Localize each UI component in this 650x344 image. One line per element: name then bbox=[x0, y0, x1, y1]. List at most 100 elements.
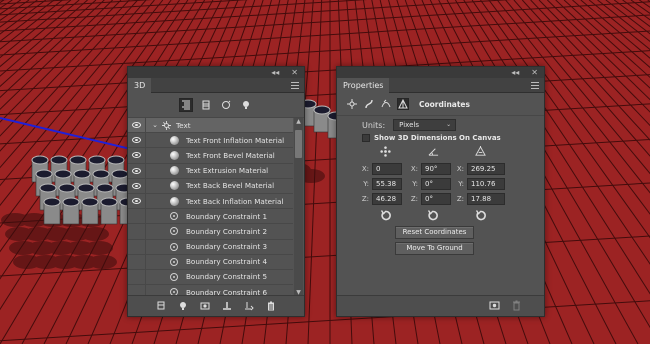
layer-row[interactable]: Text Front Inflation Material bbox=[128, 133, 293, 149]
rotation-z-input[interactable]: 0° bbox=[421, 193, 451, 205]
scale-x-field: X: 269.25 bbox=[456, 163, 505, 175]
tab-properties[interactable]: Properties bbox=[337, 78, 390, 93]
units-label: Units: bbox=[362, 120, 386, 130]
add-light-icon[interactable] bbox=[177, 300, 190, 313]
ground-icon[interactable] bbox=[221, 300, 234, 313]
close-panel-button[interactable]: ✕ bbox=[531, 67, 538, 78]
visibility-toggle[interactable] bbox=[128, 118, 146, 133]
layer-row[interactable]: Text Extrusion Material bbox=[128, 163, 293, 179]
eye-icon[interactable] bbox=[132, 182, 141, 189]
axis-label: X: bbox=[410, 165, 418, 173]
viewport-canvas[interactable] bbox=[0, 0, 650, 344]
position-z-input[interactable]: 46.28 bbox=[372, 193, 402, 205]
add-constraint-icon[interactable] bbox=[199, 300, 212, 313]
render-icon[interactable] bbox=[155, 300, 168, 313]
deform-icon[interactable] bbox=[363, 98, 375, 110]
scale-z-input[interactable]: 17.88 bbox=[467, 193, 505, 205]
visibility-toggle[interactable] bbox=[128, 224, 146, 239]
show-dimensions-checkbox[interactable] bbox=[362, 134, 370, 142]
layer-row[interactable]: Boundary Constraint 3 bbox=[128, 239, 293, 255]
position-y-input[interactable]: 55.38 bbox=[372, 178, 402, 190]
panel-menu-icon[interactable] bbox=[531, 82, 539, 89]
layer-row[interactable]: Boundary Constraint 5 bbox=[128, 269, 293, 286]
panel-strip: ◂◂ ✕ bbox=[337, 67, 544, 78]
position-z-field: Z: 46.28 bbox=[361, 193, 402, 205]
3d-panel: ◂◂ ✕ 3D ⌄ Text Text Front Inflation Mate… bbox=[127, 66, 305, 317]
material-sphere-icon bbox=[168, 135, 180, 145]
material-sphere-icon bbox=[168, 196, 180, 206]
render-settings-icon[interactable] bbox=[489, 300, 501, 312]
split-extrusion-icon[interactable] bbox=[243, 300, 256, 313]
properties-header: Coordinates bbox=[337, 93, 544, 116]
trash-icon[interactable] bbox=[265, 300, 278, 313]
rotation-y-input[interactable]: 0° bbox=[421, 178, 451, 190]
visibility-toggle[interactable] bbox=[128, 193, 146, 209]
constraint-icon bbox=[168, 257, 180, 266]
cap-icon[interactable] bbox=[380, 98, 392, 110]
visibility-toggle[interactable] bbox=[128, 148, 146, 163]
layer-label: Boundary Constraint 3 bbox=[186, 242, 268, 252]
eye-icon[interactable] bbox=[132, 167, 141, 174]
eye-icon[interactable] bbox=[132, 122, 141, 129]
visibility-toggle[interactable] bbox=[128, 178, 146, 193]
eye-icon[interactable] bbox=[132, 198, 141, 205]
eye-icon[interactable] bbox=[132, 152, 141, 159]
materials-icon[interactable] bbox=[219, 98, 233, 112]
collapse-panel-button[interactable]: ◂◂ bbox=[511, 67, 519, 78]
reset-scale-icon[interactable] bbox=[475, 209, 487, 221]
mesh-properties-icon[interactable] bbox=[346, 98, 358, 110]
layer-row[interactable]: Boundary Constraint 1 bbox=[128, 209, 293, 225]
properties-bottom-bar bbox=[337, 295, 544, 316]
layer-label: Text Extrusion Material bbox=[186, 166, 269, 176]
scroll-up-arrow[interactable]: ▲ bbox=[294, 118, 303, 126]
layer-label: Text Front Inflation Material bbox=[186, 135, 285, 145]
constraint-icon bbox=[168, 212, 180, 221]
scale-y-input[interactable]: 110.76 bbox=[467, 178, 505, 190]
whole-scene-icon[interactable] bbox=[179, 98, 193, 112]
material-sphere-icon bbox=[168, 166, 180, 176]
close-panel-button[interactable]: ✕ bbox=[291, 67, 298, 78]
reset-rotation-icon[interactable] bbox=[427, 209, 439, 221]
reset-coordinates-button[interactable]: Reset Coordinates bbox=[395, 226, 474, 239]
visibility-toggle[interactable] bbox=[128, 209, 146, 224]
units-select[interactable]: Pixels ⌄ bbox=[393, 119, 457, 131]
collapse-panel-button[interactable]: ◂◂ bbox=[271, 67, 279, 78]
coordinates-icon[interactable] bbox=[397, 98, 409, 110]
layer-label: Text Front Bevel Material bbox=[186, 150, 275, 160]
tab-3d[interactable]: 3D bbox=[128, 78, 152, 93]
eye-icon[interactable] bbox=[132, 137, 141, 144]
layer-row[interactable]: Text Back Bevel Material bbox=[128, 178, 293, 194]
visibility-toggle[interactable] bbox=[128, 163, 146, 178]
scale-x-input[interactable]: 269.25 bbox=[467, 163, 505, 175]
rotation-x-input[interactable]: 90° bbox=[421, 163, 451, 175]
layer-scrollbar[interactable]: ▲ ▼ bbox=[294, 118, 303, 297]
layer-row[interactable]: Boundary Constraint 4 bbox=[128, 254, 293, 270]
visibility-toggle[interactable] bbox=[128, 254, 146, 269]
panel-tabbar: Properties bbox=[337, 78, 544, 93]
visibility-toggle[interactable] bbox=[128, 239, 146, 254]
position-x-input[interactable]: 0 bbox=[372, 163, 402, 175]
layer-row[interactable]: Text Back Inflation Material bbox=[128, 193, 293, 210]
scene-layer-list: ⌄ Text Text Front Inflation Material Text… bbox=[128, 118, 293, 297]
lights-icon[interactable] bbox=[239, 98, 253, 112]
scale-z-field: Z: 17.88 bbox=[456, 193, 505, 205]
layer-label: Text Back Bevel Material bbox=[186, 181, 275, 191]
panel-menu-icon[interactable] bbox=[291, 82, 299, 89]
reset-position-icon[interactable] bbox=[380, 209, 392, 221]
layer-label: Text bbox=[176, 120, 191, 130]
section-title: Coordinates bbox=[419, 99, 470, 109]
position-x-field: X: 0 bbox=[361, 163, 402, 175]
scroll-thumb[interactable] bbox=[295, 130, 302, 158]
layer-row[interactable]: Text Front Bevel Material bbox=[128, 148, 293, 164]
panel-tabbar: 3D bbox=[128, 78, 304, 93]
visibility-toggle[interactable] bbox=[128, 269, 146, 285]
layer-row[interactable]: Boundary Constraint 2 bbox=[128, 224, 293, 240]
chevron-down-icon[interactable]: ⌄ bbox=[150, 121, 160, 129]
scale-y-field: Y: 110.76 bbox=[456, 178, 505, 190]
layer-label: Boundary Constraint 1 bbox=[186, 211, 268, 221]
show-dimensions-row: Show 3D Dimensions On Canvas bbox=[362, 134, 501, 142]
meshes-icon[interactable] bbox=[199, 98, 213, 112]
move-to-ground-button[interactable]: Move To Ground bbox=[395, 242, 474, 255]
layer-row-text[interactable]: ⌄ Text bbox=[128, 118, 293, 134]
visibility-toggle[interactable] bbox=[128, 133, 146, 148]
